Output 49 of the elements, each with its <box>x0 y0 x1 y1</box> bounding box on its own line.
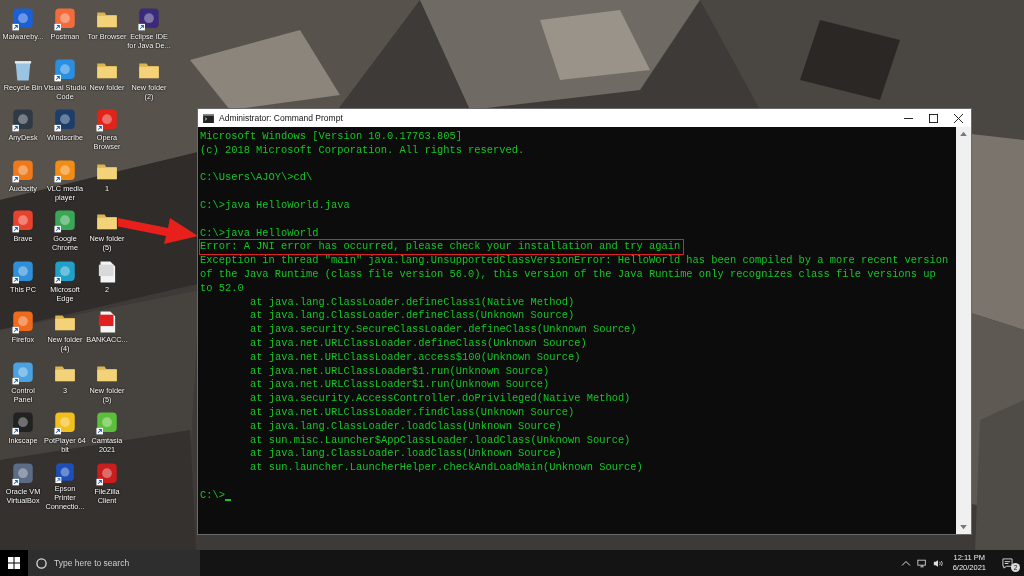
notification-icon[interactable] <box>1002 558 1013 569</box>
console-line: Microsoft Windows [Version 10.0.17763.805] <box>200 130 462 144</box>
scroll-up-icon[interactable] <box>960 131 967 136</box>
console-line: Exception in thread "main" java.lang.UnsupportedClassVersionError: HelloWorld has been compiled by a more recent version <box>200 254 949 268</box>
scrollbar[interactable] <box>956 127 971 534</box>
console-line: of the Java Runtime (class file version 56.0), this version of the Java Runtime only recognizes class file versions up <box>200 267 936 282</box>
app-icon[interactable] <box>94 410 120 436</box>
console-line: at java.security.AccessController.doPrivileged(Native Method) <box>250 392 631 406</box>
console-line: at java.lang.ClassLoader.defineClass(Unknown Source) <box>250 309 575 324</box>
volume-icon[interactable] <box>932 558 943 568</box>
app-icon[interactable] <box>52 107 78 133</box>
maximize-icon <box>929 113 938 123</box>
console-line: at sun.misc.Launcher$AppClassLoader.loadClass(Unknown Source) <box>250 433 631 448</box>
terminal-icon <box>203 113 214 123</box>
console-line: C:\> <box>200 488 225 503</box>
search-icon <box>36 557 47 569</box>
window-title: Administrator: Command Prompt <box>219 113 344 123</box>
console-line: at java.net.URLClassLoader$1.run(Unknown Source) <box>250 378 550 393</box>
app-icon[interactable] <box>52 6 78 32</box>
app-icon[interactable] <box>52 410 78 436</box>
app-icon[interactable] <box>94 107 120 133</box>
search-field[interactable]: Type here to search <box>28 550 200 576</box>
app-icon[interactable] <box>10 410 36 436</box>
close-icon <box>954 113 963 123</box>
console-line: to 52.0 <box>200 281 244 296</box>
app-icon[interactable] <box>10 107 36 133</box>
console-line: at java.lang.ClassLoader.loadClass(Unknown Source) <box>250 419 562 434</box>
app-icon[interactable] <box>52 208 78 234</box>
windows-start-icon[interactable] <box>0 550 28 576</box>
network-icon[interactable] <box>916 558 927 568</box>
console-line: at java.net.URLClassLoader.findClass(Unknown Source) <box>250 405 575 420</box>
console-line: at java.security.SecureClassLoader.defineClass(Unknown Source) <box>250 323 637 337</box>
console-line: at sun.launcher.LauncherHelper.checkAndLoadMain(Unknown Source) <box>250 461 643 475</box>
console-line: C:\>java HelloWorld.java <box>200 199 350 213</box>
console-line: at java.lang.ClassLoader.loadClass(Unknown Source) <box>250 447 562 462</box>
console-line: C:\>java HelloWorld <box>200 226 319 241</box>
console-line: C:\Users\AJOY\>cd\ <box>200 171 313 186</box>
console-line: at java.net.URLClassLoader.access$100(Unknown Source) <box>250 350 581 365</box>
app-icon[interactable] <box>10 208 36 234</box>
console-line: at java.net.URLClassLoader.defineClass(Unknown Source) <box>250 336 587 351</box>
app-icon[interactable] <box>10 309 36 335</box>
app-icon[interactable] <box>136 6 162 32</box>
console-line: (c) 2018 Microsoft Corporation. All rights reserved. <box>200 143 525 158</box>
console-line: at java.lang.ClassLoader.defineClass1(Native Method) <box>250 295 575 310</box>
chevron-up-icon[interactable] <box>900 558 911 568</box>
app-icon[interactable] <box>10 6 36 32</box>
highlighted-console-line: Error: A JNI error has occurred, please check your installation and try again <box>200 240 684 255</box>
console-line: at java.net.URLClassLoader$1.run(Unknown Source) <box>250 364 550 379</box>
scroll-down-icon[interactable] <box>960 525 967 530</box>
